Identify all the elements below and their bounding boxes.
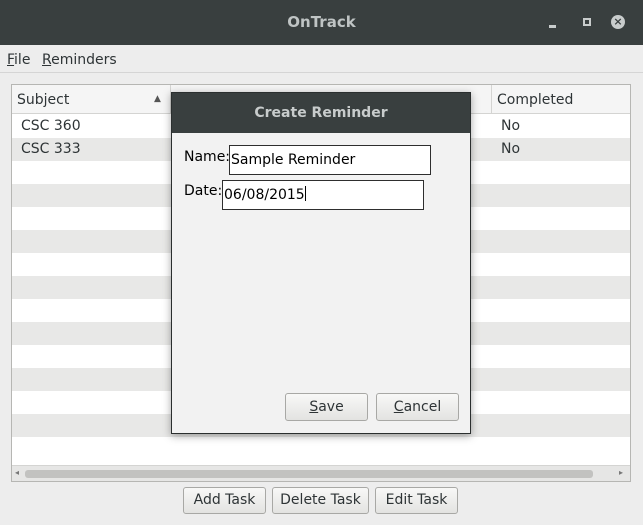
date-label: Date: xyxy=(184,183,223,199)
dialog-title: Create Reminder xyxy=(172,93,470,133)
cell-completed: No xyxy=(501,141,521,157)
text-caret xyxy=(304,186,306,201)
horizontal-scrollbar[interactable]: ◂ ▸ xyxy=(12,465,630,481)
reminder-name-field[interactable]: Sample Reminder xyxy=(229,145,431,175)
reminder-date-field[interactable]: 06/08/2015 xyxy=(222,180,424,210)
minimize-icon[interactable] xyxy=(543,12,563,32)
save-button[interactable]: Save xyxy=(285,393,368,421)
table-row[interactable] xyxy=(12,437,630,460)
cancel-button[interactable]: Cancel xyxy=(376,393,459,421)
maximize-icon[interactable] xyxy=(577,12,597,32)
cell-subject: CSC 360 xyxy=(21,118,81,134)
reminder-date-value: 06/08/2015 xyxy=(224,187,305,203)
cell-completed: No xyxy=(501,118,521,134)
close-icon[interactable]: × xyxy=(608,12,628,32)
column-header-completed[interactable]: Completed xyxy=(497,92,573,108)
sort-ascending-icon: ▲ xyxy=(154,94,161,104)
window-titlebar: OnTrack × xyxy=(0,0,643,45)
menu-bar: File Reminders xyxy=(0,45,643,73)
scrollbar-thumb[interactable] xyxy=(25,470,593,478)
delete-task-button[interactable]: Delete Task xyxy=(272,487,369,514)
name-label: Name: xyxy=(184,149,231,165)
add-task-button[interactable]: Add Task xyxy=(183,487,266,514)
reminder-name-value: Sample Reminder xyxy=(231,152,356,168)
create-reminder-dialog: Create Reminder Name: Sample Reminder Da… xyxy=(171,92,471,434)
menu-file[interactable]: File xyxy=(7,52,30,68)
column-header-subject[interactable]: Subject xyxy=(17,92,69,108)
edit-task-button[interactable]: Edit Task xyxy=(375,487,458,514)
column-separator[interactable] xyxy=(491,85,492,114)
scroll-left-icon[interactable]: ◂ xyxy=(15,468,19,477)
menu-reminders[interactable]: Reminders xyxy=(42,52,117,68)
cell-subject: CSC 333 xyxy=(21,141,81,157)
scroll-right-icon[interactable]: ▸ xyxy=(619,468,623,477)
